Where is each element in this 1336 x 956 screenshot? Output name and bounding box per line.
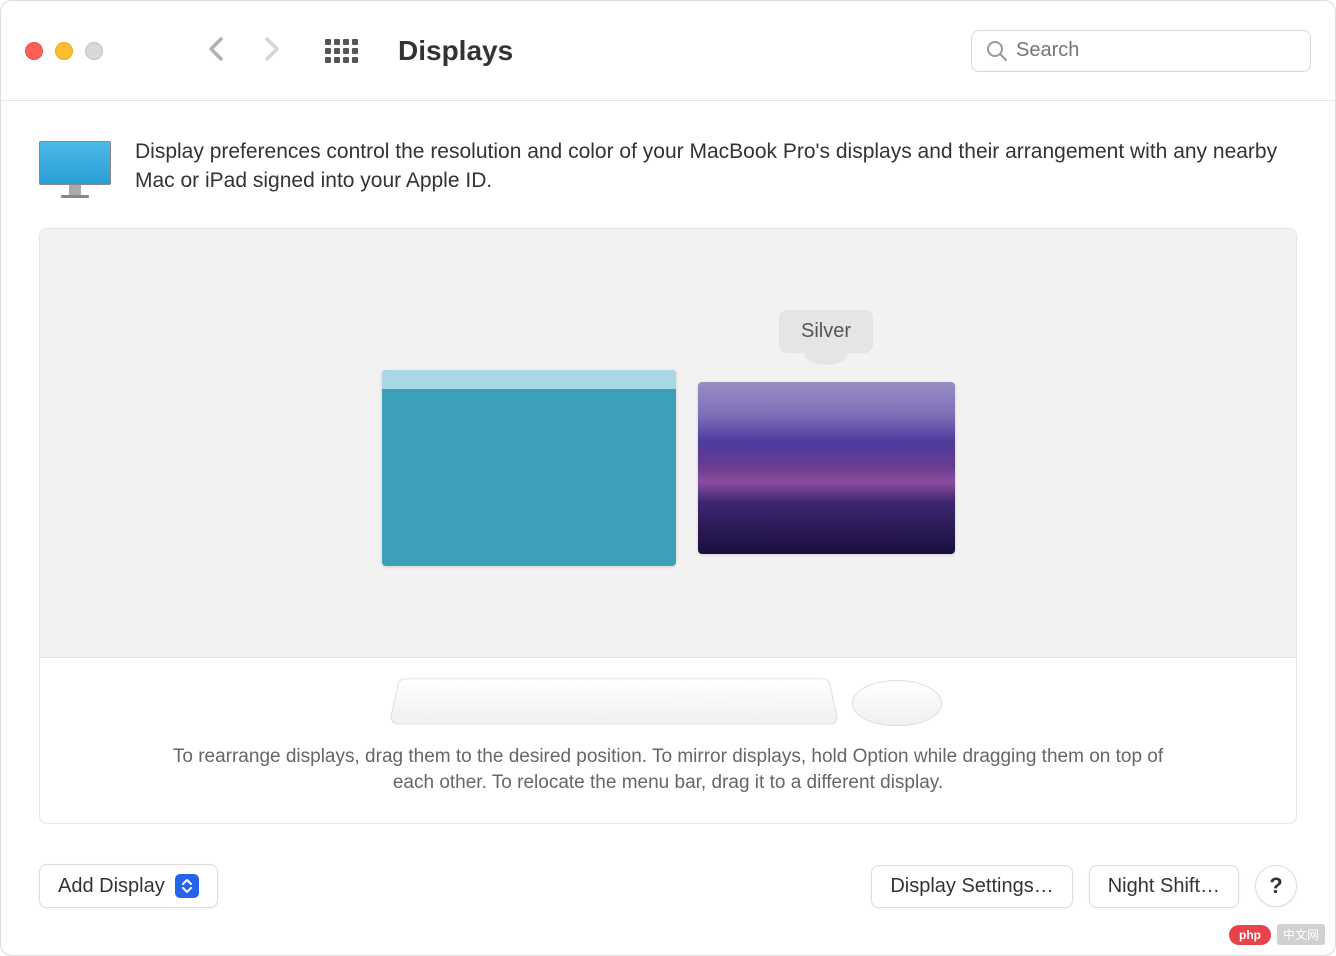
- chevron-left-icon: [207, 35, 225, 63]
- hint-panel: To rearrange displays, drag them to the …: [39, 658, 1297, 824]
- search-icon: [986, 40, 1008, 62]
- menu-bar-indicator[interactable]: [382, 370, 676, 389]
- display-icon: [39, 141, 111, 198]
- content-area: Display preferences control the resoluti…: [1, 101, 1335, 844]
- tooltip-label: Silver: [801, 320, 851, 342]
- add-display-label: Add Display: [58, 875, 165, 898]
- window-controls: [25, 42, 103, 60]
- page-title: Displays: [398, 35, 951, 67]
- footer-buttons: Add Display Display Settings… Night Shif…: [1, 844, 1335, 938]
- night-shift-button[interactable]: Night Shift…: [1089, 865, 1239, 908]
- nav-buttons: [203, 31, 285, 70]
- add-display-button[interactable]: Add Display: [39, 864, 218, 908]
- forward-button[interactable]: [259, 31, 285, 70]
- watermark: php 中文网: [1229, 924, 1325, 945]
- display-preview-secondary[interactable]: [698, 382, 955, 554]
- display-name-tooltip: Silver: [779, 310, 873, 353]
- dropdown-icon: [175, 874, 199, 898]
- toolbar: Displays: [1, 1, 1335, 101]
- intro-section: Display preferences control the resoluti…: [39, 137, 1297, 198]
- arrangement-panel: Silver: [39, 228, 1297, 658]
- search-input[interactable]: [1016, 39, 1296, 62]
- show-all-prefs-button[interactable]: [325, 39, 358, 63]
- mouse-icon: [852, 680, 942, 726]
- back-button[interactable]: [203, 31, 229, 70]
- display-settings-label: Display Settings…: [890, 875, 1053, 898]
- display-preview-primary[interactable]: [382, 370, 676, 566]
- close-window-button[interactable]: [25, 42, 43, 60]
- minimize-window-button[interactable]: [55, 42, 73, 60]
- watermark-text: 中文网: [1277, 924, 1325, 945]
- hint-text: To rearrange displays, drag them to the …: [168, 744, 1168, 795]
- watermark-badge: php: [1229, 925, 1271, 945]
- night-shift-label: Night Shift…: [1108, 875, 1220, 898]
- chevron-right-icon: [263, 35, 281, 63]
- help-label: ?: [1269, 873, 1282, 899]
- search-box[interactable]: [971, 30, 1311, 72]
- display-preview-secondary-wrapper: Silver: [698, 382, 955, 554]
- peripherals-illustration: [60, 676, 1276, 726]
- zoom-window-button[interactable]: [85, 42, 103, 60]
- display-settings-button[interactable]: Display Settings…: [871, 865, 1072, 908]
- help-button[interactable]: ?: [1255, 865, 1297, 907]
- intro-text: Display preferences control the resoluti…: [135, 137, 1297, 196]
- keyboard-icon: [389, 678, 840, 724]
